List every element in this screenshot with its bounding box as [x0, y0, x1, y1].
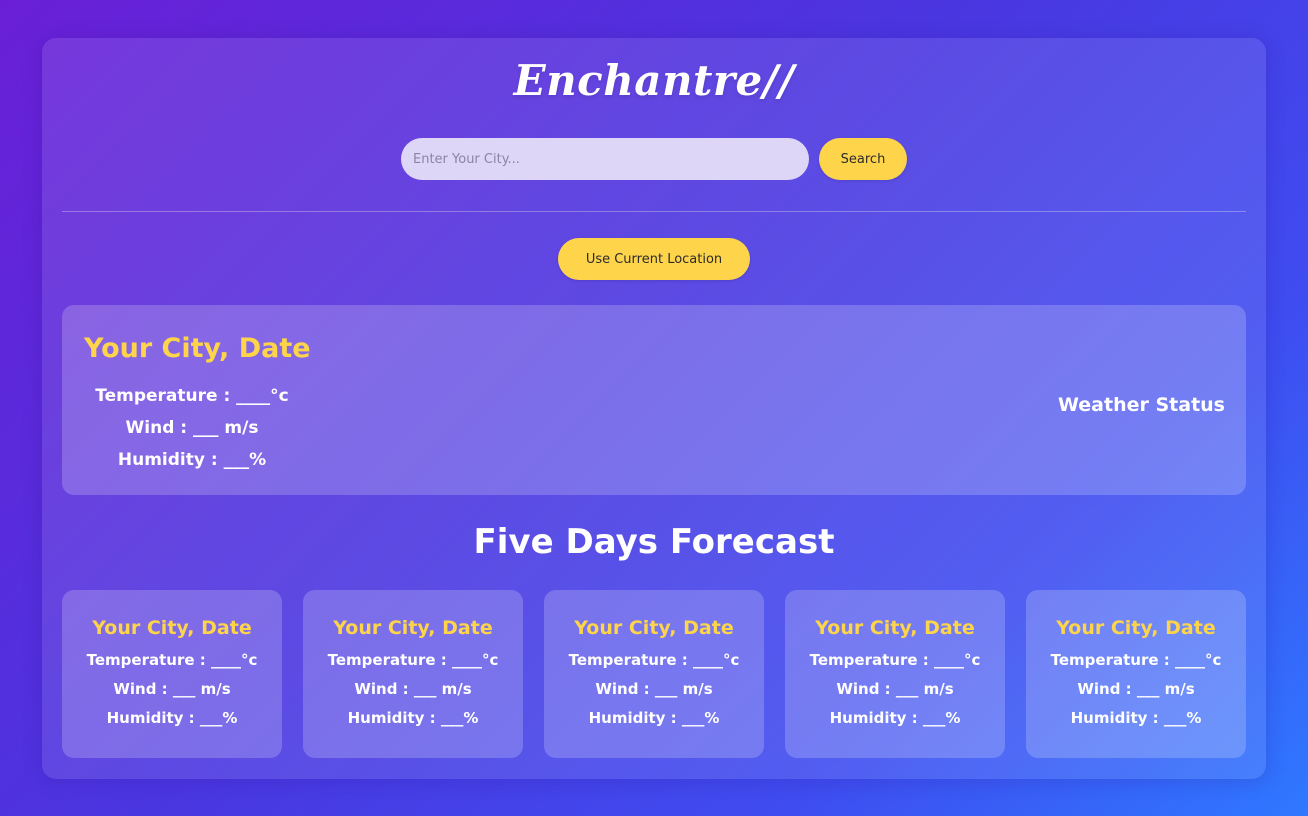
forecast-temperature: Temperature : ____°c — [568, 651, 740, 669]
forecast-humidity: Humidity : ___% — [106, 709, 238, 727]
weather-status: Weather Status — [1058, 394, 1225, 416]
forecast-list: Your City, Date Temperature : ____°c Win… — [62, 590, 1246, 758]
forecast-city-date: Your City, Date — [333, 617, 493, 639]
forecast-card: Your City, Date Temperature : ____°c Win… — [1026, 590, 1246, 758]
search-bar: Search — [0, 138, 1308, 180]
app-logo: Enchantre// — [513, 56, 795, 105]
current-wind: Wind : ___ m/s — [125, 418, 259, 438]
current-temperature: Temperature : ____°c — [95, 386, 289, 406]
forecast-card: Your City, Date Temperature : ____°c Win… — [303, 590, 523, 758]
forecast-wind: Wind : ___ m/s — [354, 680, 472, 698]
forecast-wind: Wind : ___ m/s — [836, 680, 954, 698]
use-current-location-button[interactable]: Use Current Location — [558, 238, 750, 280]
search-button[interactable]: Search — [819, 138, 907, 180]
forecast-wind: Wind : ___ m/s — [1077, 680, 1195, 698]
forecast-wind: Wind : ___ m/s — [113, 680, 231, 698]
forecast-temperature: Temperature : ____°c — [1050, 651, 1222, 669]
forecast-heading: Five Days Forecast — [473, 522, 835, 562]
current-city-date: Your City, Date — [84, 333, 311, 364]
forecast-card: Your City, Date Temperature : ____°c Win… — [544, 590, 764, 758]
forecast-humidity: Humidity : ___% — [829, 709, 961, 727]
city-search-input[interactable] — [401, 138, 809, 180]
forecast-temperature: Temperature : ____°c — [86, 651, 258, 669]
forecast-card: Your City, Date Temperature : ____°c Win… — [785, 590, 1005, 758]
divider — [62, 211, 1246, 212]
forecast-city-date: Your City, Date — [815, 617, 975, 639]
forecast-city-date: Your City, Date — [1056, 617, 1216, 639]
forecast-temperature: Temperature : ____°c — [327, 651, 499, 669]
forecast-city-date: Your City, Date — [92, 617, 252, 639]
forecast-humidity: Humidity : ___% — [588, 709, 720, 727]
forecast-humidity: Humidity : ___% — [1070, 709, 1202, 727]
forecast-humidity: Humidity : ___% — [347, 709, 479, 727]
forecast-temperature: Temperature : ____°c — [809, 651, 981, 669]
forecast-wind: Wind : ___ m/s — [595, 680, 713, 698]
forecast-card: Your City, Date Temperature : ____°c Win… — [62, 590, 282, 758]
current-weather-details: Temperature : ____°c Wind : ___ m/s Humi… — [84, 380, 300, 476]
current-humidity: Humidity : ___% — [117, 450, 267, 470]
forecast-city-date: Your City, Date — [574, 617, 734, 639]
